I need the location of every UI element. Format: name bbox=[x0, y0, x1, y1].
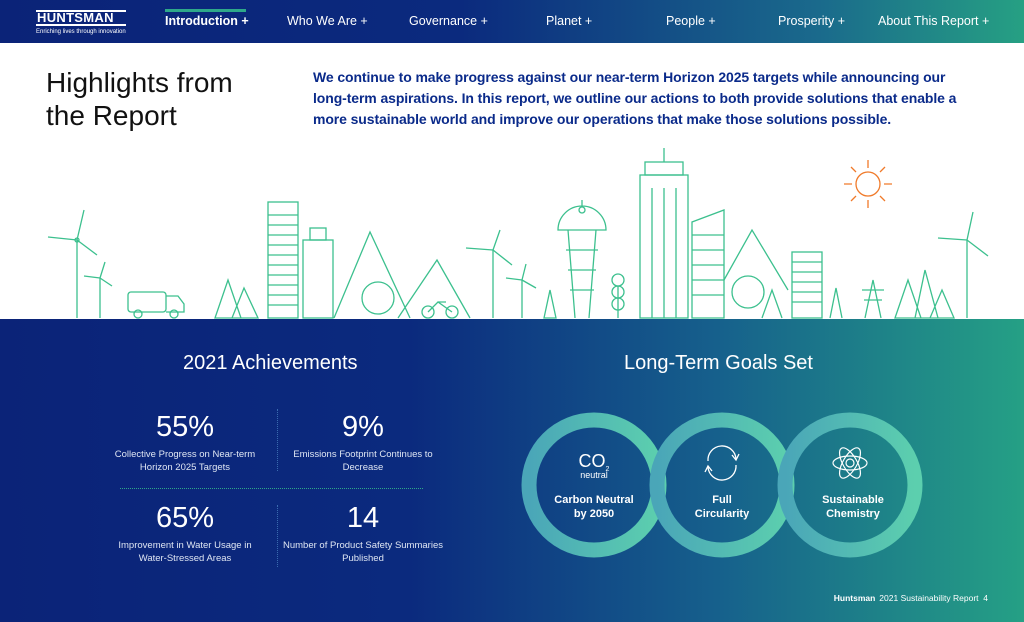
trees-icon bbox=[214, 277, 260, 319]
intro-paragraph: We continue to make progress against our… bbox=[313, 69, 957, 127]
co2-neutral-icon: CO2 neutral bbox=[578, 451, 610, 481]
goals-rings bbox=[521, 412, 923, 558]
skyscraper-icon bbox=[639, 148, 725, 319]
mountain-icon bbox=[723, 228, 789, 319]
goal-ring bbox=[649, 412, 795, 558]
top-nav: HUNTSMAN Enriching lives through innovat… bbox=[0, 0, 1024, 43]
goal-full-circularity: Full Circularity bbox=[694, 494, 750, 520]
nav-governance[interactable]: Governance + bbox=[409, 14, 488, 28]
observation-tower-icon bbox=[557, 200, 607, 319]
recycle-arrows-icon bbox=[704, 445, 740, 481]
tree-lollipop-icon bbox=[543, 273, 625, 319]
page-title: Highlights from the Report bbox=[46, 67, 233, 131]
goal-ring bbox=[521, 412, 667, 558]
sun-icon bbox=[844, 160, 892, 208]
logo-tagline: Enriching lives through innovation bbox=[36, 29, 126, 35]
building-icon bbox=[791, 251, 843, 319]
nav-planet[interactable]: Planet + bbox=[546, 14, 592, 28]
goal-ring bbox=[777, 412, 923, 558]
trees-icon bbox=[894, 269, 955, 319]
nav-introduction[interactable]: Introduction + bbox=[165, 14, 249, 28]
atom-leaf-icon bbox=[832, 447, 868, 479]
wind-turbine-icon bbox=[465, 229, 537, 318]
huntsman-logo[interactable]: HUNTSMAN Enriching lives through innovat… bbox=[36, 10, 126, 35]
bicycle-icon bbox=[421, 301, 459, 319]
wind-turbine-icon bbox=[937, 211, 989, 318]
goal-carbon-neutral: Carbon Neutral by 2050 bbox=[554, 494, 634, 520]
nav-people[interactable]: People + bbox=[666, 14, 716, 28]
page-number: 4 bbox=[983, 593, 988, 603]
nav-prosperity[interactable]: Prosperity + bbox=[778, 14, 845, 28]
goal-sustainable-chemistry: Sustainable Chemistry bbox=[822, 494, 884, 520]
city-skyline-illustration bbox=[47, 148, 989, 319]
mountain-icon bbox=[333, 230, 471, 319]
recycling-truck-icon bbox=[127, 291, 185, 319]
power-pylon-icon bbox=[862, 279, 884, 319]
nav-about-this-report[interactable]: About This Report + bbox=[878, 14, 989, 28]
page-footer: Huntsman 2021 Sustainability Report 4 bbox=[833, 593, 988, 603]
wind-turbine-icon bbox=[83, 261, 113, 318]
nav-who-we-are[interactable]: Who We Are + bbox=[287, 14, 368, 28]
wind-turbine-icon bbox=[47, 209, 98, 318]
highlights-panel: 2021 Achievements 55% Collective Progress… bbox=[0, 319, 1024, 622]
active-tab-indicator bbox=[165, 9, 246, 12]
logo-wordmark: HUNTSMAN bbox=[36, 10, 126, 26]
tower-building-icon bbox=[267, 201, 334, 319]
